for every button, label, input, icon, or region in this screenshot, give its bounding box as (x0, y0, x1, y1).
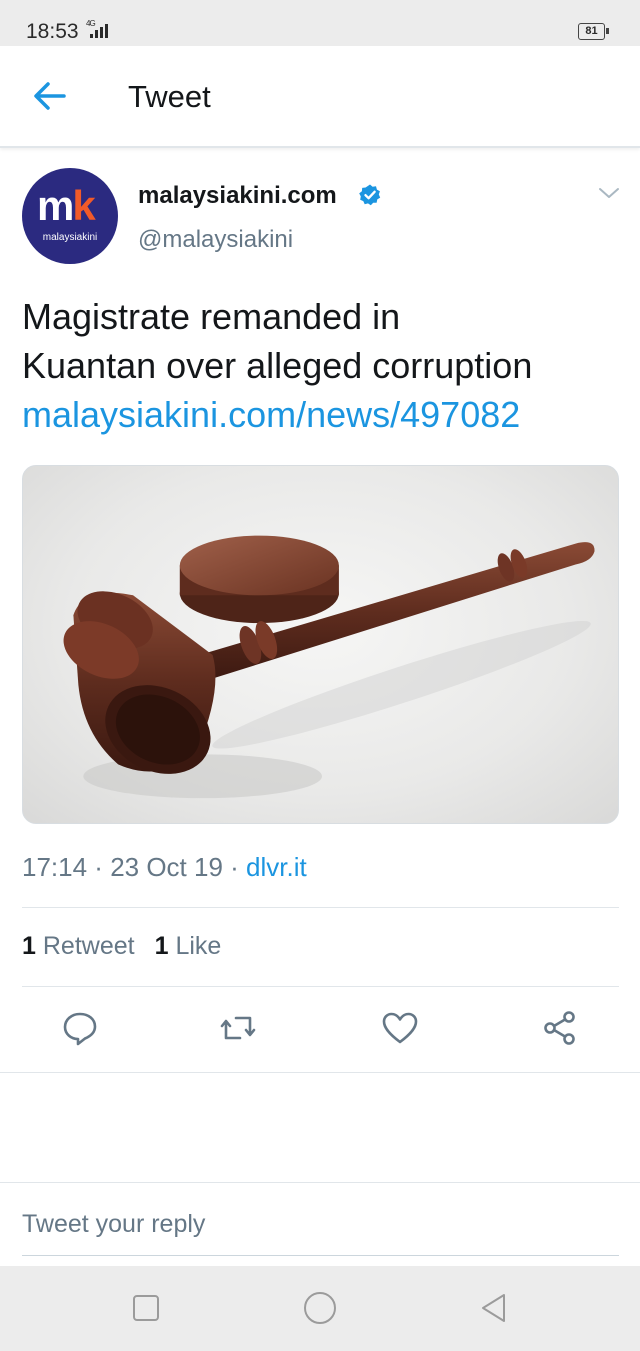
tweet-text-line: Magistrate remanded in (22, 296, 401, 337)
tweet-time: 17:14 (22, 852, 88, 882)
likes-stat[interactable]: 1 Like (155, 932, 222, 960)
battery-icon: 81 (578, 23, 609, 40)
reply-button[interactable] (62, 1010, 98, 1046)
share-button[interactable] (542, 1010, 578, 1046)
signal-icon: 4G (86, 18, 120, 43)
divider (0, 1182, 640, 1183)
like-button[interactable] (382, 1010, 418, 1046)
app-header: Tweet (0, 46, 640, 148)
avatar-logo: mk (37, 182, 96, 229)
circle-icon (304, 1292, 336, 1324)
tweet-link[interactable]: malaysiakini.com/news/497082 (22, 390, 622, 439)
divider (0, 1072, 640, 1073)
tweet-text: Magistrate remanded in Kuantan over alle… (22, 292, 622, 439)
tweet-stats: 1 Retweet 1 Like (22, 932, 221, 961)
verified-badge-icon (359, 184, 381, 206)
chevron-down-icon[interactable] (598, 186, 620, 200)
gavel-image (63, 535, 595, 799)
triangle-back-icon (482, 1294, 505, 1322)
tweet-source-link[interactable]: dlvr.it (246, 852, 307, 882)
tweet-timestamp: 17:14 · 23 Oct 19 · dlvr.it (22, 852, 307, 882)
retweets-stat[interactable]: 1 Retweet (22, 932, 135, 960)
avatar[interactable]: mk malaysiakini (22, 168, 118, 264)
recent-apps-button[interactable] (130, 1292, 162, 1324)
home-button[interactable] (302, 1290, 338, 1326)
reply-input-underline (22, 1255, 619, 1256)
tweet-date: 23 Oct 19 (110, 852, 223, 882)
page-title: Tweet (128, 79, 211, 114)
status-bar: 18:53 4G 81 (0, 0, 640, 46)
network-label: 4G (86, 19, 95, 28)
retweet-icon (220, 1016, 256, 1040)
arrow-left-icon (34, 82, 66, 110)
back-button[interactable] (30, 78, 70, 114)
avatar-logo-text: malaysiakini (42, 232, 98, 243)
back-nav-button[interactable] (478, 1292, 510, 1324)
tweet-media-image[interactable] (22, 465, 619, 824)
retweet-button[interactable] (220, 1010, 256, 1046)
status-time: 18:53 (26, 20, 79, 43)
battery-level: 81 (585, 25, 598, 37)
tweet-text-line: Kuantan over alleged corruption (22, 345, 533, 386)
share-icon (544, 1011, 575, 1045)
author-handle[interactable]: @malaysiakini (138, 226, 293, 254)
square-icon (133, 1295, 159, 1321)
reply-input[interactable]: Tweet your reply (22, 1210, 205, 1239)
author-name[interactable]: malaysiakini.com (138, 182, 337, 210)
heart-icon (382, 1012, 418, 1044)
divider (22, 986, 619, 987)
divider (22, 907, 619, 908)
comment-icon (63, 1012, 97, 1046)
